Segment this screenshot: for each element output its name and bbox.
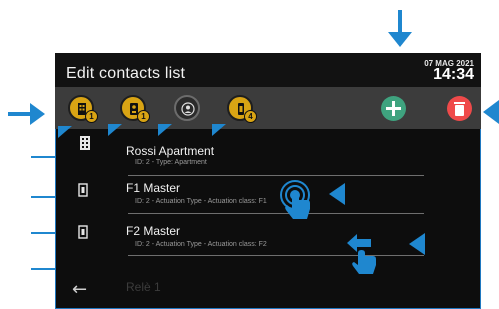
building-icon <box>80 136 90 150</box>
contact-name: F2 Master <box>126 224 181 238</box>
filter-badge: 1 <box>85 110 98 123</box>
page-title: Edit contacts list <box>66 65 186 82</box>
device-screen: Edit contacts list 07 MAG 2021 14:34 1 1… <box>55 53 481 309</box>
back-arrow-icon[interactable]: ← <box>72 279 87 300</box>
filter-apartment-button[interactable]: 1 <box>68 95 98 123</box>
contact-detail: ID: 2 - Type: Apartment <box>135 159 207 166</box>
left-right-arrow-icon <box>8 103 45 125</box>
add-contact-button[interactable] <box>381 96 406 121</box>
filter-badge: 1 <box>137 110 150 123</box>
list-item[interactable]: Relè 1 <box>56 255 481 297</box>
contact-name: Rossi Apartment <box>126 144 215 158</box>
filter-actuator-button[interactable]: 4 <box>227 95 257 123</box>
contacts-list: Rossi Apartment ID: 2 - Type: Apartment … <box>55 129 481 309</box>
pointer-arrow-icon <box>158 124 172 136</box>
contact-name: F1 Master <box>126 181 181 195</box>
filter-badge: 4 <box>244 110 257 123</box>
filter-door-panel-button[interactable]: 1 <box>120 95 150 123</box>
pointer-arrow-icon <box>212 124 226 136</box>
list-item[interactable]: F1 Master ID: 2 - Actuation Type - Actua… <box>56 171 481 214</box>
right-left-arrow-icon <box>483 100 499 124</box>
clock: 14:34 <box>433 66 474 83</box>
delete-contact-button[interactable] <box>447 96 472 121</box>
actuator-icon <box>78 225 88 239</box>
top-down-arrow-icon <box>388 10 412 47</box>
pointer-arrow-icon <box>108 124 122 136</box>
actuator-icon <box>78 183 88 197</box>
trash-icon <box>454 102 465 116</box>
pointer-arrow-icon <box>329 183 345 205</box>
tap-gesture-icon <box>280 180 310 219</box>
swipe-gesture-icon <box>347 234 376 274</box>
contact-name: Relè 1 <box>126 280 161 294</box>
header-bar: Edit contacts list 07 MAG 2021 14:34 <box>55 53 481 87</box>
figure-canvas: Edit contacts list 07 MAG 2021 14:34 1 1… <box>0 0 499 309</box>
user-circle-icon <box>181 102 195 116</box>
filter-user-button[interactable] <box>174 95 200 121</box>
contact-detail: ID: 2 - Actuation Type - Actuation class… <box>135 198 267 205</box>
plus-icon <box>386 101 401 116</box>
contact-detail: ID: 2 - Actuation Type - Actuation class… <box>135 241 267 248</box>
pointer-arrow-icon <box>409 233 425 255</box>
pointer-arrow-icon <box>58 126 72 138</box>
